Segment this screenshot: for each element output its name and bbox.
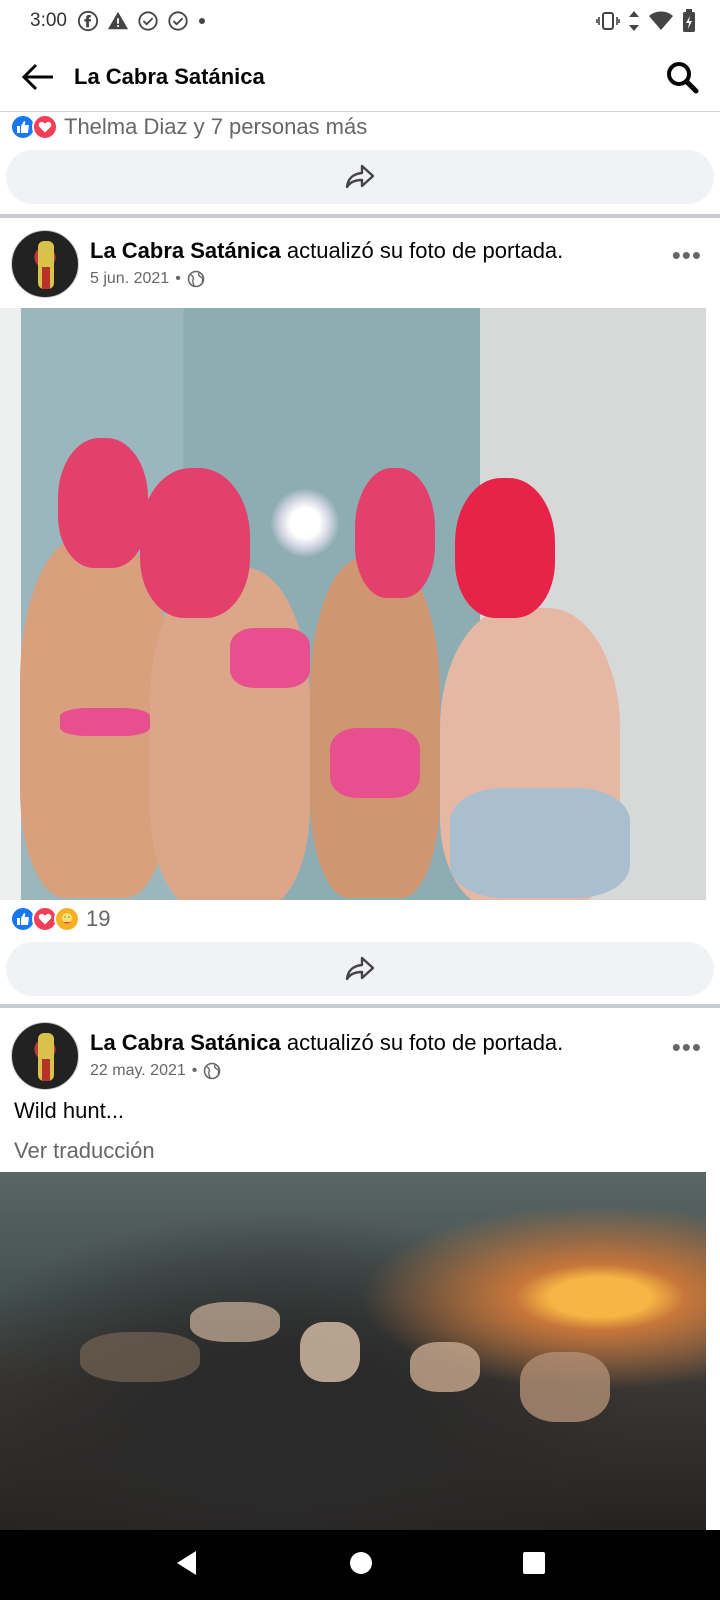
post-photo[interactable] xyxy=(0,1172,706,1530)
square-recents-icon xyxy=(523,1551,545,1574)
share-icon xyxy=(345,956,375,981)
globe-icon xyxy=(187,270,205,288)
post-action: actualizó su foto de portada. xyxy=(286,1030,564,1055)
reaction-summary[interactable]: Thelma Diaz y 7 personas más xyxy=(10,114,367,140)
dot-icon xyxy=(197,16,207,26)
vibrate-icon xyxy=(596,10,620,32)
author-name[interactable]: La Cabra Satánica xyxy=(90,238,281,263)
more-options-button[interactable]: ••• xyxy=(672,240,702,271)
status-time: 3:00 xyxy=(30,10,67,31)
share-icon xyxy=(345,164,375,189)
nav-home-button[interactable] xyxy=(348,1550,374,1581)
meta-separator: • xyxy=(191,1062,198,1079)
arrow-left-icon xyxy=(21,63,53,90)
post-meta: 5 jun. 2021 • xyxy=(90,270,205,288)
post-title: La Cabra Satánica actualizó su foto de p… xyxy=(90,238,563,264)
back-button[interactable] xyxy=(18,57,58,97)
love-reaction-icon xyxy=(32,114,58,140)
post-photo[interactable] xyxy=(0,308,706,900)
author-name[interactable]: La Cabra Satánica xyxy=(90,1030,281,1055)
search-icon xyxy=(667,61,699,93)
post-meta: 22 may. 2021 • xyxy=(90,1062,221,1080)
reaction-count: 19 xyxy=(86,906,111,931)
post-header: La Cabra Satánica actualizó su foto de p… xyxy=(0,218,720,298)
wifi-icon xyxy=(648,10,674,32)
nav-recents-button[interactable] xyxy=(522,1551,546,1580)
status-bar: 3:00 xyxy=(0,0,720,42)
reaction-summary[interactable]: 19 xyxy=(10,906,110,932)
page-title: La Cabra Satánica xyxy=(74,63,265,89)
data-arrows-icon xyxy=(628,10,640,32)
more-options-button[interactable]: ••• xyxy=(672,1032,702,1063)
facebook-icon xyxy=(77,10,99,32)
avatar[interactable] xyxy=(11,1022,79,1090)
search-button[interactable] xyxy=(660,55,704,99)
care-reaction-icon xyxy=(54,906,80,932)
check-circle-icon xyxy=(137,10,159,32)
battery-icon xyxy=(682,9,696,33)
post-header: La Cabra Satánica actualizó su foto de p… xyxy=(0,1010,720,1090)
post-date[interactable]: 5 jun. 2021 xyxy=(90,270,169,288)
share-button[interactable] xyxy=(6,942,714,996)
triangle-back-icon xyxy=(177,1550,196,1575)
post-divider xyxy=(0,1004,720,1008)
post-title: La Cabra Satánica actualizó su foto de p… xyxy=(90,1030,563,1056)
system-navigation-bar xyxy=(0,1530,720,1600)
nav-back-button[interactable] xyxy=(174,1549,200,1582)
reaction-text: Thelma Diaz y 7 personas más xyxy=(64,114,368,139)
circle-home-icon xyxy=(350,1551,372,1574)
avatar[interactable] xyxy=(11,230,79,298)
post-text: Wild hunt... xyxy=(14,1098,125,1123)
check-circle-icon xyxy=(167,10,189,32)
post-action: actualizó su foto de portada. xyxy=(286,238,564,263)
see-translation-link[interactable]: Ver traducción xyxy=(14,1138,155,1164)
share-button[interactable] xyxy=(6,150,714,204)
meta-separator: • xyxy=(175,270,181,287)
globe-icon xyxy=(204,1062,221,1080)
app-bar: La Cabra Satánica xyxy=(0,42,720,112)
alert-icon xyxy=(107,10,129,32)
post-date[interactable]: 22 may. 2021 xyxy=(90,1062,186,1080)
